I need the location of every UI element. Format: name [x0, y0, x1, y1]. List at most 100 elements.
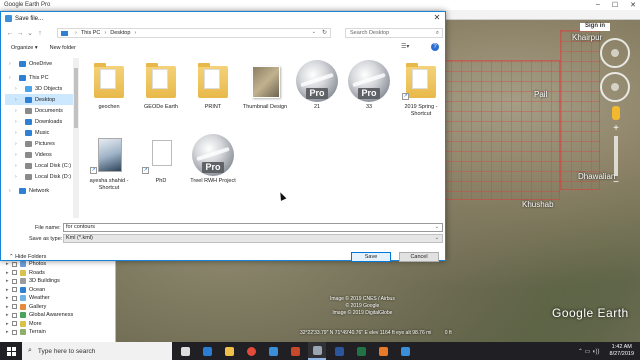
layer-checkbox[interactable] — [12, 329, 17, 335]
address-bar[interactable]: › This PC › Desktop › ⌄ ↻ — [57, 28, 331, 38]
up-icon[interactable]: ↑ — [35, 30, 45, 37]
file-item[interactable]: GEODe Earth — [135, 60, 187, 111]
nav-item[interactable]: › Local Disk (D:) — [5, 171, 77, 182]
taskbar-chrome-icon[interactable] — [242, 342, 260, 360]
look-control-icon[interactable] — [600, 38, 630, 68]
file-item[interactable]: PRINT — [187, 60, 239, 111]
layer-checkbox[interactable] — [12, 304, 17, 310]
layer-checkbox[interactable] — [12, 261, 17, 267]
organize-button[interactable]: Organize ▾ — [11, 45, 38, 51]
clock[interactable]: 1:42 AM 8/27/2019 — [610, 344, 634, 358]
chevron-down-icon[interactable]: ⌄ — [312, 29, 316, 35]
nav-item[interactable]: › This PC — [5, 72, 77, 83]
view-options-icon[interactable]: ☰▾ — [401, 43, 409, 50]
taskbar-word-icon[interactable] — [330, 342, 348, 360]
layer-checkbox[interactable] — [12, 312, 17, 318]
taskbar-mail-icon[interactable] — [396, 342, 414, 360]
file-item[interactable]: geochen — [83, 60, 135, 111]
expand-chevron-icon[interactable]: › — [15, 141, 17, 147]
file-item[interactable]: Pro 21 — [291, 60, 343, 111]
expand-chevron-icon[interactable]: › — [9, 75, 11, 81]
layer-item[interactable]: ▸ Terrain — [0, 328, 115, 337]
new-folder-button[interactable]: New folder — [50, 45, 76, 51]
taskbar-edge-icon[interactable] — [198, 342, 216, 360]
tray-icons[interactable]: ⌃ ▭ ◖)) — [578, 348, 600, 355]
chevron-down-icon[interactable]: ⌄ — [435, 224, 439, 231]
chevron-down-icon[interactable]: ⌄ — [435, 235, 439, 242]
taskbar-file-explorer-icon[interactable] — [220, 342, 238, 360]
file-item[interactable]: ↗ PhD — [135, 134, 187, 185]
search-input[interactable]: Search Desktop ⌕ — [345, 28, 443, 38]
file-name-input[interactable]: for contours ⌄ — [63, 223, 443, 232]
layer-checkbox[interactable] — [12, 278, 17, 284]
zoom-in-icon[interactable]: + — [600, 124, 632, 134]
file-item[interactable]: Thumbnail Design — [239, 60, 291, 111]
zoom-out-icon[interactable]: − — [600, 178, 632, 188]
save-button[interactable]: Save — [351, 252, 391, 262]
taskbar-photos-icon[interactable] — [264, 342, 282, 360]
expand-chevron-icon[interactable]: › — [15, 119, 17, 125]
taskbar-powerpoint-icon[interactable] — [286, 342, 304, 360]
refresh-icon[interactable]: ↻ — [322, 29, 327, 36]
breadcrumb-item[interactable]: This PC — [81, 30, 101, 36]
navigation-pane-scrollbar[interactable] — [73, 58, 79, 218]
layer-item[interactable]: ▸ Global Awareness — [0, 311, 115, 320]
file-item[interactable]: Pro Treel RWH Project — [187, 134, 239, 185]
layer-item[interactable]: ▸ Gallery — [0, 303, 115, 312]
nav-item[interactable]: › Documents — [5, 105, 77, 116]
layer-checkbox[interactable] — [12, 321, 17, 327]
hide-folders-button[interactable]: ⌃ Hide Folders — [9, 254, 46, 260]
taskbar-google-earth-icon[interactable] — [308, 342, 326, 360]
cancel-button[interactable]: Cancel — [399, 252, 439, 262]
file-item[interactable]: ↗ ayesha shahid - Shortcut — [83, 134, 135, 191]
street-view-pegman-icon[interactable] — [612, 106, 620, 120]
nav-item[interactable]: › Pictures — [5, 138, 77, 149]
taskbar-excel-icon[interactable] — [352, 342, 370, 360]
nav-item[interactable]: › Network — [5, 185, 77, 196]
nav-item[interactable]: › Downloads — [5, 116, 77, 127]
close-icon[interactable]: ✕ — [429, 12, 445, 24]
layer-item[interactable]: ▸ More — [0, 320, 115, 329]
taskbar-task-view-icon[interactable] — [176, 342, 194, 360]
layer-item[interactable]: ▸ Weather — [0, 294, 115, 303]
move-control-icon[interactable] — [600, 72, 630, 102]
start-button[interactable] — [0, 342, 22, 360]
expand-chevron-icon[interactable]: › — [9, 61, 11, 67]
nav-item[interactable]: › OneDrive — [5, 58, 77, 69]
close-icon[interactable]: ✕ — [630, 1, 636, 9]
expand-chevron-icon[interactable]: › — [9, 188, 11, 194]
maximize-icon[interactable]: ☐ — [612, 1, 618, 9]
expand-chevron-icon[interactable]: › — [15, 130, 17, 136]
expand-chevron-icon[interactable]: › — [15, 108, 17, 114]
scrollbar-thumb[interactable] — [74, 68, 78, 128]
expand-chevron-icon[interactable]: › — [15, 86, 17, 92]
file-item[interactable]: ↗ 2019 Spring - Shortcut — [395, 60, 447, 117]
layer-checkbox[interactable] — [12, 287, 17, 293]
zoom-slider[interactable] — [614, 136, 618, 176]
file-item[interactable]: Pro 33 — [343, 60, 395, 111]
layer-item[interactable]: ▸ 3D Buildings — [0, 277, 115, 286]
nav-item[interactable]: › Music — [5, 127, 77, 138]
expand-chevron-icon[interactable]: › — [15, 152, 17, 158]
sign-in-button[interactable]: Sign in — [580, 23, 610, 31]
nav-item[interactable]: › 3D Objects — [5, 83, 77, 94]
save-as-type-select[interactable]: Kml (*.kml) ⌄ — [63, 234, 443, 243]
nav-item[interactable]: › Local Disk (C:) — [5, 160, 77, 171]
minimize-icon[interactable]: – — [596, 1, 600, 9]
layer-checkbox[interactable] — [12, 270, 17, 276]
expand-chevron-icon[interactable]: › — [15, 97, 17, 103]
taskbar-media-icon[interactable] — [374, 342, 392, 360]
expand-chevron-icon[interactable]: › — [15, 163, 17, 169]
layer-item[interactable]: ▸ Ocean — [0, 286, 115, 295]
nav-item[interactable]: › Videos — [5, 149, 77, 160]
expand-chevron-icon[interactable]: › — [15, 174, 17, 180]
taskbar-search-input[interactable]: ⌕ Type here to search — [22, 342, 172, 360]
layer-item[interactable]: ▸ Roads — [0, 269, 115, 278]
back-icon[interactable]: ← — [5, 30, 15, 37]
recent-locations-icon[interactable]: ⌄ — [25, 29, 35, 37]
help-icon[interactable]: ? — [431, 43, 439, 51]
forward-icon[interactable]: → — [15, 30, 25, 37]
layer-checkbox[interactable] — [12, 295, 17, 301]
nav-item[interactable]: › Desktop — [5, 94, 77, 105]
breadcrumb-item[interactable]: Desktop — [110, 30, 130, 36]
